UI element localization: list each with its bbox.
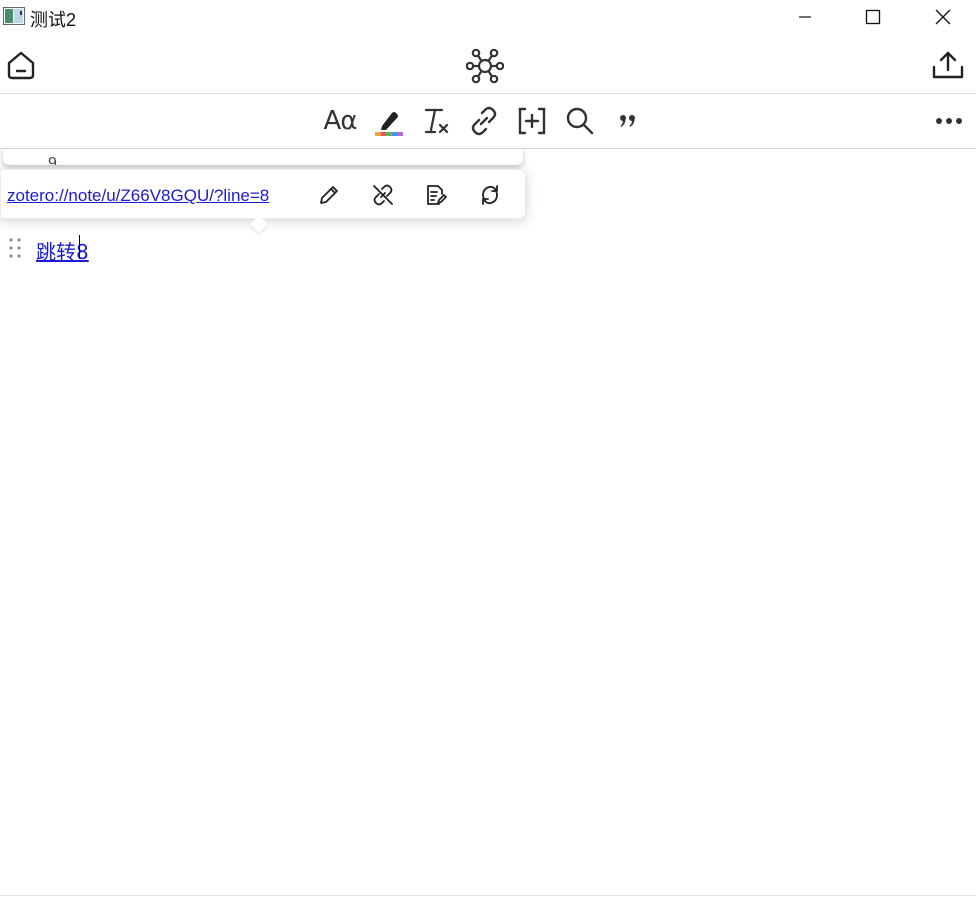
close-icon [935, 9, 951, 25]
minimize-button[interactable] [770, 0, 840, 34]
popup-arrow [250, 215, 268, 233]
refresh-icon [482, 185, 498, 205]
home-button[interactable] [4, 48, 38, 82]
app-icon [3, 7, 25, 25]
window-titlebar: 测试2 [0, 0, 976, 34]
top-toolbar [0, 34, 976, 94]
graph-view-button[interactable] [465, 47, 505, 85]
link-popup: zotero://note/u/Z66V8GQU/?line=8 [0, 169, 526, 233]
unlink-button[interactable] [368, 181, 398, 209]
home-icon [7, 51, 35, 80]
open-note-button[interactable] [421, 181, 451, 209]
export-upload-icon [932, 51, 964, 79]
more-options-button[interactable] [929, 103, 969, 139]
note-edit-icon [427, 185, 447, 205]
highlight-button[interactable] [368, 103, 408, 139]
insert-citation-icon [518, 107, 546, 135]
search-icon [566, 107, 594, 135]
pencil-icon [320, 186, 338, 204]
note-link-text-before: 跳转 [36, 240, 76, 264]
find-button[interactable] [560, 103, 600, 139]
insert-link-button[interactable] [464, 103, 504, 139]
link-icon [471, 106, 497, 136]
graph-network-icon [466, 48, 504, 84]
insert-citation-button[interactable] [512, 103, 552, 139]
quote-button[interactable] [608, 103, 648, 139]
previous-popup-text: 9 [48, 155, 57, 165]
previous-popup: 9 [3, 149, 523, 165]
minimize-icon [799, 16, 811, 18]
clear-format-button[interactable] [416, 103, 456, 139]
refresh-link-button[interactable] [475, 181, 505, 209]
note-link[interactable]: 跳转8 [36, 236, 89, 265]
export-button[interactable] [930, 48, 966, 82]
maximize-icon [865, 9, 881, 25]
note-link-text-after: 8 [76, 240, 89, 264]
bottom-divider [0, 895, 976, 896]
note-editor[interactable]: 9 zotero://note/u/Z66V8GQU/?line=8 跳转8 [0, 149, 976, 895]
drag-handle-icon[interactable] [8, 237, 22, 259]
maximize-button[interactable] [838, 0, 908, 34]
text-format-button[interactable]: Aα [320, 103, 360, 139]
editor-line: 跳转8 [0, 233, 600, 265]
text-caret [79, 235, 80, 259]
close-button[interactable] [908, 0, 976, 34]
link-url[interactable]: zotero://note/u/Z66V8GQU/?line=8 [7, 186, 269, 206]
edit-link-button[interactable] [314, 181, 344, 209]
clear-format-icon [424, 108, 449, 134]
quote-icon [620, 115, 635, 127]
unlink-icon [373, 184, 393, 206]
format-toolbar: Aα [0, 94, 976, 149]
window-title: 测试2 [30, 10, 77, 30]
more-horizontal-icon [936, 118, 962, 124]
text-format-label: Aα [323, 106, 358, 136]
highlighter-icon [375, 112, 403, 136]
